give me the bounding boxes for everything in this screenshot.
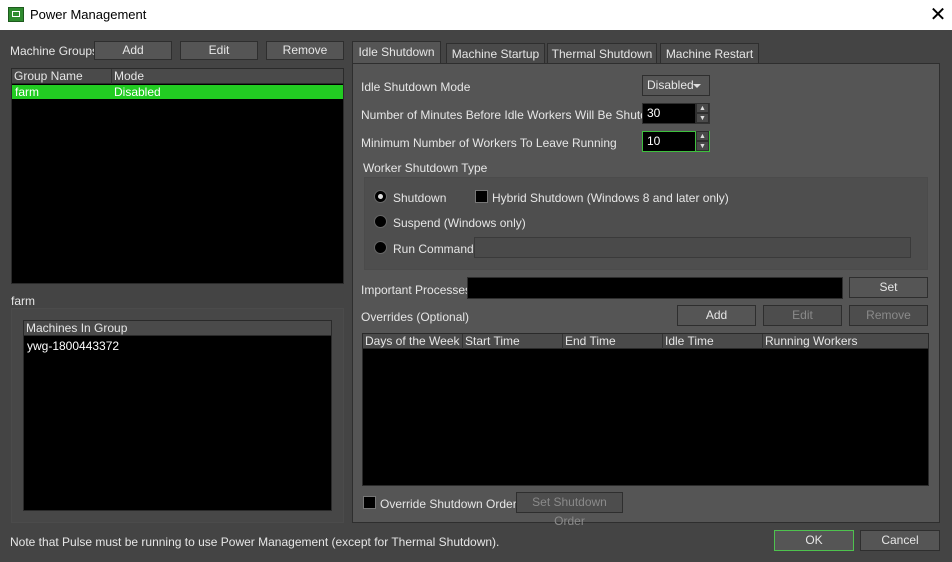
chevron-down-icon (693, 84, 701, 88)
list-item[interactable]: ywg-1800443372 (27, 339, 119, 353)
column-idle-time[interactable]: Idle Time (662, 334, 762, 349)
column-days[interactable]: Days of the Week (363, 334, 462, 349)
run-command-label: Run Command (393, 242, 474, 256)
machine-groups-list[interactable]: Group Name Mode farm Disabled (11, 68, 344, 284)
remove-override-button[interactable]: Remove (849, 305, 928, 326)
chevron-up-icon[interactable]: ▲ (696, 131, 709, 141)
shutdown-option-label: Shutdown (393, 191, 447, 205)
column-mode[interactable]: Mode (111, 69, 343, 84)
groups-header: Group Name Mode (12, 69, 343, 84)
override-order-label: Override Shutdown Order (380, 497, 517, 511)
app-icon (8, 7, 24, 22)
footer-note: Note that Pulse must be running to use P… (10, 535, 500, 549)
overrides-header: Days of the Week Start Time End Time Idl… (363, 334, 928, 349)
column-group-name[interactable]: Group Name (12, 69, 111, 84)
group-mode-cell: Disabled (114, 85, 161, 99)
tab-idle-shutdown[interactable]: Idle Shutdown (352, 41, 441, 64)
column-start-time[interactable]: Start Time (462, 334, 562, 349)
table-row[interactable]: farm Disabled (12, 85, 343, 99)
machines-header: Machines In Group (24, 321, 331, 336)
shutdown-radio[interactable] (374, 190, 387, 203)
run-command-input[interactable] (474, 237, 911, 258)
edit-group-button[interactable]: Edit (180, 41, 258, 60)
machine-groups-label: Machine Groups (10, 44, 99, 58)
tab-machine-startup[interactable]: Machine Startup (446, 43, 545, 64)
override-order-checkbox[interactable] (363, 496, 376, 509)
min-workers-input[interactable]: 10 (642, 131, 696, 152)
run-command-radio[interactable] (374, 241, 387, 254)
chevron-down-icon[interactable]: ▼ (696, 113, 709, 123)
tab-thermal-shutdown[interactable]: Thermal Shutdown (547, 43, 657, 64)
chevron-down-icon[interactable]: ▼ (696, 141, 709, 151)
edit-override-button[interactable]: Edit (763, 305, 842, 326)
idle-mode-select[interactable]: Disabled (642, 75, 710, 96)
important-processes-label: Important Processes (361, 283, 472, 297)
hybrid-shutdown-checkbox[interactable] (475, 190, 488, 203)
shutdown-type-label: Worker Shutdown Type (363, 161, 488, 175)
set-processes-button[interactable]: Set (849, 277, 928, 298)
column-running-workers[interactable]: Running Workers (762, 334, 928, 349)
column-machines[interactable]: Machines In Group (24, 321, 331, 336)
suspend-radio[interactable] (374, 215, 387, 228)
minutes-label: Number of Minutes Before Idle Workers Wi… (361, 108, 669, 122)
add-override-button[interactable]: Add (677, 305, 756, 326)
important-processes-input[interactable] (467, 277, 843, 299)
min-workers-label: Minimum Number of Workers To Leave Runni… (361, 136, 617, 150)
overrides-label: Overrides (Optional) (361, 310, 470, 324)
ok-button[interactable]: OK (774, 530, 854, 551)
suspend-option-label: Suspend (Windows only) (393, 216, 526, 230)
tab-machine-restart[interactable]: Machine Restart (660, 43, 759, 64)
remove-group-button[interactable]: Remove (266, 41, 344, 60)
set-shutdown-order-button[interactable]: Set Shutdown Order (516, 492, 623, 528)
add-group-button[interactable]: Add (94, 41, 172, 60)
close-icon[interactable]: ✕ (926, 2, 950, 26)
hybrid-option-label: Hybrid Shutdown (Windows 8 and later onl… (492, 191, 729, 205)
minutes-stepper[interactable]: ▲ ▼ (696, 103, 710, 124)
overrides-table[interactable]: Days of the Week Start Time End Time Idl… (362, 333, 929, 486)
idle-mode-value: Disabled (647, 78, 694, 92)
min-workers-stepper[interactable]: ▲ ▼ (696, 131, 710, 152)
column-end-time[interactable]: End Time (562, 334, 662, 349)
chevron-up-icon[interactable]: ▲ (696, 103, 709, 113)
cancel-button[interactable]: Cancel (860, 530, 940, 551)
minutes-input[interactable]: 30 (642, 103, 696, 124)
group-name-cell: farm (15, 85, 39, 99)
title-bar: Power Management ✕ (0, 0, 952, 30)
window-title: Power Management (30, 7, 147, 22)
idle-mode-label: Idle Shutdown Mode (361, 80, 471, 94)
machines-list[interactable]: Machines In Group ywg-1800443372 (23, 320, 332, 511)
selected-group-label: farm (11, 294, 35, 308)
